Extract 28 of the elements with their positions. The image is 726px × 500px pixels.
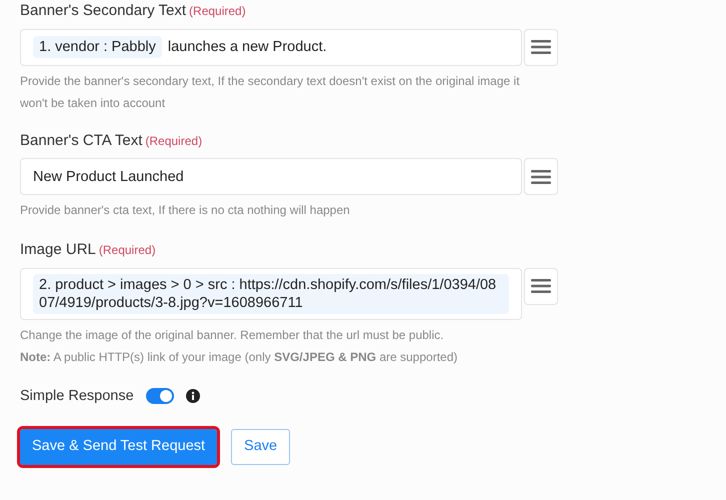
menu-icon [531, 279, 551, 293]
required-label: (Required) [189, 3, 246, 20]
help-text: Provide banner's cta text, If there is no cta nothing will happen [20, 202, 351, 219]
required-label: (Required) [98, 242, 156, 259]
toggle-switch[interactable] [146, 388, 174, 404]
variable-chip: 1. vendor : Pabbly [33, 36, 162, 58]
field-label: Banner's Secondary Text [20, 1, 186, 21]
menu-button[interactable] [524, 268, 558, 304]
menu-icon [531, 170, 551, 184]
menu-icon [531, 40, 551, 54]
info-icon[interactable] [186, 389, 200, 404]
required-label: (Required) [145, 132, 202, 150]
menu-button[interactable] [524, 28, 558, 66]
variable-chip: 2. product > images > 0 > src : https://cdn.shopify.com/s/files/1/0394/0807/4919/products/3-8.jpg?v=1608966711 [33, 274, 509, 314]
input-field[interactable]: New Product Launched [20, 158, 522, 195]
save-and-test-button[interactable]: Save & Send Test Request [20, 429, 218, 466]
input-field[interactable]: 1. vendor : Pabbly launches a new Product. [20, 28, 522, 66]
field-label: Banner's CTA Text [20, 130, 142, 150]
help-text: Provide the banner's secondary text, If the secondary text doesn't exist on the original image it won't be taken into account [20, 72, 521, 112]
field-text: New Product Launched [33, 168, 184, 186]
field-text: launches a new Product. [168, 38, 327, 57]
field-label: Image URL [20, 240, 96, 260]
save-button[interactable]: Save [231, 429, 290, 466]
menu-button[interactable] [524, 158, 558, 195]
toggle-label: Simple Response [20, 386, 134, 406]
help-text: Change the image of the original banner. Remember that the url must be public. [20, 326, 445, 344]
input-field[interactable]: 2. product > images > 0 > src : https://cdn.shopify.com/s/files/1/0394/0807/4919/products/3-8.jpg?v=1608966711 [20, 268, 522, 320]
help-text: Note: A public HTTP(s) link of your image (only SVG/JPEG & PNG are supported) [20, 348, 459, 366]
